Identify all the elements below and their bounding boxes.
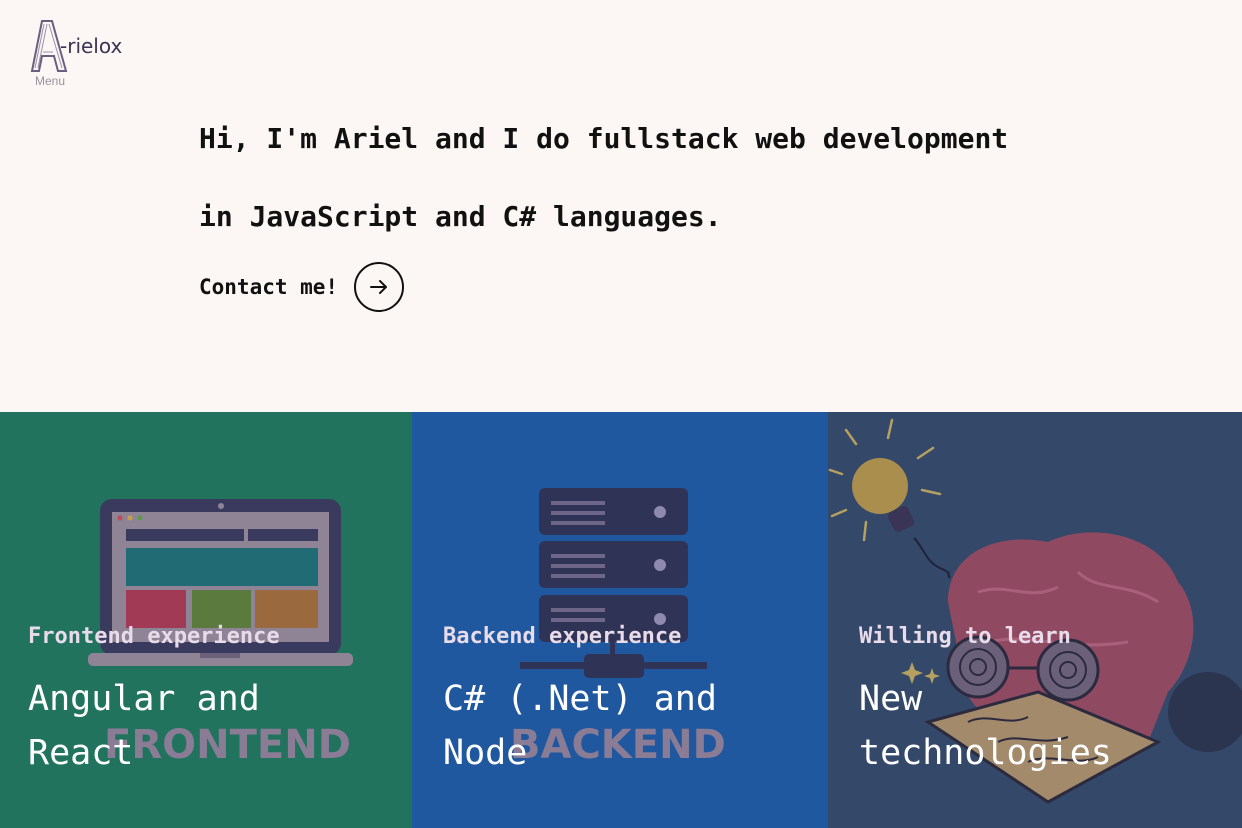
arrow-right-icon xyxy=(370,280,388,294)
site-logo[interactable]: -rielox Menu xyxy=(30,18,150,90)
card-backend[interactable]: BACKEND Backend experience C# (.Net) and… xyxy=(412,412,828,828)
hero-line-2: in JavaScript and C# languages. xyxy=(199,200,722,233)
card-kicker: Backend experience xyxy=(443,624,682,649)
card-title: New technologies xyxy=(859,672,1219,780)
hero-heading: Hi, I'm Ariel and I do fullstack web dev… xyxy=(199,100,1179,256)
hero-line-1: Hi, I'm Ariel and I do fullstack web dev… xyxy=(199,122,1009,155)
card-title: C# (.Net) and Node xyxy=(443,672,803,780)
contact-button[interactable] xyxy=(354,262,405,312)
hero-section: Hi, I'm Ariel and I do fullstack web dev… xyxy=(199,100,1179,256)
skills-cards: FRONTEND Frontend experience Angular and… xyxy=(0,412,1242,828)
card-title-line-2: Node xyxy=(443,733,528,773)
card-learning[interactable]: Willing to learn New technologies xyxy=(828,412,1242,828)
menu-button[interactable]: Menu xyxy=(35,74,65,88)
contact-label[interactable]: Contact me! xyxy=(199,275,338,299)
card-kicker: Frontend experience xyxy=(28,624,280,649)
card-title-line-1: C# (.Net) and xyxy=(443,679,717,719)
card-frontend[interactable]: FRONTEND Frontend experience Angular and… xyxy=(0,412,412,828)
card-title-line-1: Angular and xyxy=(28,679,260,719)
brand-name: -rielox xyxy=(60,34,123,58)
card-title: Angular and React xyxy=(28,672,388,780)
card-title-line-1: New xyxy=(859,679,923,719)
contact-cta[interactable]: Contact me! xyxy=(199,262,405,312)
card-title-line-2: React xyxy=(28,733,134,773)
card-title-line-2: technologies xyxy=(859,733,1112,773)
card-kicker: Willing to learn xyxy=(859,624,1071,649)
